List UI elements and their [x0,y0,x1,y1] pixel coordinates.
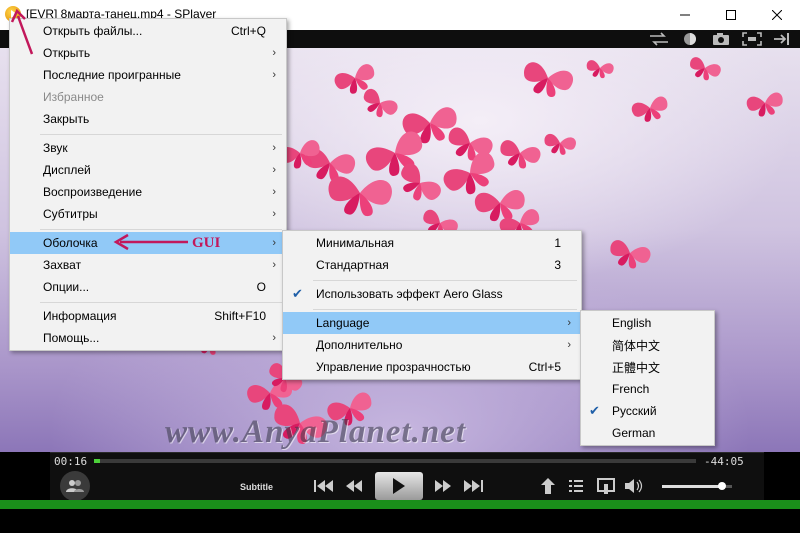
maximize-icon [726,10,736,20]
volume-slider[interactable] [662,482,732,490]
checkmark-icon: ✔ [589,403,600,418]
repeat-icon[interactable] [648,32,670,46]
menu-item-close[interactable]: Закрыть [10,108,286,130]
menu-item-lang-german[interactable]: German [581,422,714,444]
main-context-menu: Открыть файлы... Ctrl+Q Открыть › Послед… [9,18,287,351]
menu-separator [40,302,282,303]
menu-item-lang-russian[interactable]: ✔ Русский [581,400,714,422]
language-submenu: English 简体中文 正體中文 French ✔ Русский Germa… [580,310,715,446]
menu-item-options[interactable]: Опции... O [10,276,286,298]
upload-icon [541,478,555,494]
rewind-button[interactable] [342,477,366,495]
window-mode-icon [597,478,615,494]
chevron-right-icon: › [272,332,276,344]
annotation-label: GUI [192,235,221,251]
menu-item-minimal[interactable]: Минимальная 1 [283,232,581,254]
annotation-arrow-logo [10,8,34,55]
menu-separator [313,280,577,281]
fullscreen-icon[interactable] [742,32,762,46]
menu-item-lang-french[interactable]: French [581,378,714,400]
menu-separator [40,229,282,230]
fast-forward-icon [435,480,451,492]
annotation-arrow-shell [113,233,188,251]
minimize-button[interactable] [662,0,708,30]
menu-item-lang-english[interactable]: English [581,312,714,334]
menu-item-language[interactable]: Language › [283,312,581,334]
bottom-border [0,509,800,533]
users-button[interactable] [60,471,90,501]
window-mode-button[interactable] [595,476,617,496]
menu-item-advanced[interactable]: Дополнительно › [283,334,581,356]
seek-progress [94,459,101,463]
subtitle-button[interactable]: Subtitle [240,482,273,492]
menu-item-standard[interactable]: Стандартная 3 [283,254,581,276]
menu-item-subtitles[interactable]: Субтитры › [10,203,286,225]
menu-item-lang-traditional-chinese[interactable]: 正體中文 [581,356,714,378]
menu-item-help[interactable]: Помощь... › [10,327,286,349]
play-button[interactable] [375,472,423,500]
seek-bar[interactable] [94,459,696,463]
menu-item-aero-glass[interactable]: ✔ Использовать эффект Aero Glass [283,283,581,305]
maximize-button[interactable] [708,0,754,30]
close-button[interactable] [754,0,800,30]
menu-separator [313,309,577,310]
chevron-right-icon: › [272,142,276,154]
playlist-icon [569,480,583,492]
chevron-right-icon: › [567,339,571,351]
menu-item-favorites: Избранное [43,90,104,104]
status-strip [0,500,800,509]
menu-item-transparency[interactable]: Управление прозрачностью Ctrl+5 [283,356,581,378]
chevron-right-icon: › [567,317,571,329]
menu-item-sound[interactable]: Звук › [10,137,286,159]
skip-back-button[interactable] [312,477,336,495]
menu-item-display[interactable]: Дисплей › [10,159,286,181]
chevron-right-icon: › [272,164,276,176]
open-file-button[interactable] [538,476,558,496]
skip-forward-button[interactable] [461,477,485,495]
chevron-right-icon: › [272,208,276,220]
chevron-right-icon: › [272,237,276,249]
skip-back-icon [314,480,333,492]
chevron-right-icon: › [272,69,276,81]
close-icon [772,10,782,20]
play-icon [393,478,405,494]
fast-forward-button[interactable] [431,477,455,495]
control-bar: 00:16 -44:05 Subtitle [50,452,764,504]
menu-item-open-files[interactable]: Открыть файлы... Ctrl+Q [10,20,286,42]
menu-separator [40,134,282,135]
playlist-button[interactable] [566,476,586,496]
skip-forward-icon [464,480,483,492]
camera-icon[interactable] [712,32,730,46]
volume-handle[interactable] [717,482,726,490]
checkmark-icon: ✔ [292,286,303,301]
minimize-icon [680,14,690,16]
color-icon[interactable] [683,32,697,46]
chevron-right-icon: › [272,47,276,59]
menu-item-playback[interactable]: Воспроизведение › [10,181,286,203]
users-icon [66,480,84,492]
menu-item-lang-simplified-chinese[interactable]: 简体中文 [581,334,714,356]
volume-level [662,485,722,488]
menu-item-info[interactable]: Информация Shift+F10 [10,305,286,327]
rewind-icon [346,480,362,492]
chevron-right-icon: › [272,259,276,271]
pin-icon[interactable] [772,32,792,46]
chevron-right-icon: › [272,186,276,198]
menu-item-capture[interactable]: Захват › [10,254,286,276]
watermark-text: www.AnyaPlanet.net [165,414,466,450]
menu-item-recent[interactable]: Последние проигранные › [10,64,286,86]
menu-item-open[interactable]: Открыть › [10,42,286,64]
time-remaining: -44:05 [704,455,744,468]
shell-submenu: Минимальная 1 Стандартная 3 ✔ Использова… [282,230,582,380]
volume-button[interactable] [624,476,644,496]
time-elapsed: 00:16 [54,455,88,468]
speaker-icon [625,479,643,493]
